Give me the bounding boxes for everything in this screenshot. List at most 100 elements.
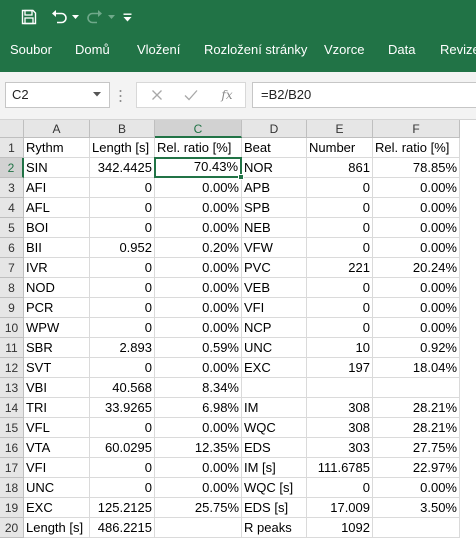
cell-length[interactable]: 0 [90,358,155,378]
cell-beat[interactable]: VFW [242,238,307,258]
row-header-17[interactable]: 17 [0,458,24,478]
cell-number[interactable]: 10 [307,338,373,358]
cell-length[interactable]: 2.893 [90,338,155,358]
formula-bar-resize-handle[interactable] [119,89,122,103]
cell-rel-ratio-beat[interactable]: 3.50% [373,498,460,518]
cell-rel-ratio[interactable] [155,518,242,538]
row-header-18[interactable]: 18 [0,478,24,498]
cell-length[interactable]: 33.9265 [90,398,155,418]
cell-rel-ratio-beat[interactable]: 22.97% [373,458,460,478]
cell-rel-ratio-beat[interactable]: 0.00% [373,238,460,258]
row-header-4[interactable]: 4 [0,198,24,218]
cell-rel-ratio[interactable]: 0.00% [155,418,242,438]
cell-beat[interactable]: NOR [242,158,307,178]
cell-beat[interactable]: IM [s] [242,458,307,478]
cell-rel-ratio-beat[interactable]: 0.00% [373,478,460,498]
cell-length[interactable]: 60.0295 [90,438,155,458]
cell-rel-ratio-beat[interactable]: 28.21% [373,398,460,418]
cell-beat[interactable]: WQC [s] [242,478,307,498]
cell-rel-ratio[interactable]: 8.34% [155,378,242,398]
cell-rel-ratio-beat[interactable]: 28.21% [373,418,460,438]
cell-rythm[interactable]: NOD [24,278,90,298]
select-all-corner[interactable] [0,120,24,138]
row-header-3[interactable]: 3 [0,178,24,198]
row-header-6[interactable]: 6 [0,238,24,258]
row-header-15[interactable]: 15 [0,418,24,438]
cell-beat[interactable] [242,378,307,398]
cell-rel-ratio[interactable]: 6.98% [155,398,242,418]
header-cell-number[interactable]: Number [307,138,373,158]
cell-rel-ratio[interactable]: 0.00% [155,278,242,298]
tab-rozlozeni-stranky[interactable]: Rozložení stránky [204,34,307,72]
row-header-9[interactable]: 9 [0,298,24,318]
cell-length[interactable]: 0 [90,418,155,438]
cell-number[interactable]: 0 [307,278,373,298]
row-header-12[interactable]: 12 [0,358,24,378]
cell-beat[interactable]: SPB [242,198,307,218]
header-cell-rel-ratio[interactable]: Rel. ratio [%] [155,138,242,158]
cell-beat[interactable]: VFI [242,298,307,318]
cell-number[interactable]: 0 [307,298,373,318]
tab-domu[interactable]: Domů [75,34,110,72]
cell-beat[interactable]: UNC [242,338,307,358]
cell-rythm[interactable]: WPW [24,318,90,338]
column-header-f[interactable]: F [373,120,460,138]
column-header-c[interactable]: C [155,120,242,138]
header-cell-rythm[interactable]: Rythm [24,138,90,158]
row-header-13[interactable]: 13 [0,378,24,398]
cell-length[interactable]: 342.4425 [90,158,155,178]
tab-revize[interactable]: Revize [440,34,476,72]
cell-rythm[interactable]: Length [s] [24,518,90,538]
cell-rythm[interactable]: SIN [24,158,90,178]
cell-beat[interactable]: R peaks [242,518,307,538]
cell-beat[interactable]: APB [242,178,307,198]
undo-icon[interactable] [48,0,70,34]
cell-rel-ratio-beat[interactable] [373,518,460,538]
cell-beat[interactable]: WQC [242,418,307,438]
cell-rythm[interactable]: BOI [24,218,90,238]
insert-function-button[interactable]: fx [215,83,239,107]
cell-number[interactable]: 17.009 [307,498,373,518]
enter-icon[interactable] [179,83,203,107]
cell-length[interactable]: 0 [90,278,155,298]
cell-rel-ratio[interactable]: 0.00% [155,478,242,498]
cell-rel-ratio[interactable]: 0.00% [155,258,242,278]
cell-rel-ratio-beat[interactable]: 0.00% [373,178,460,198]
cell-rel-ratio-beat[interactable]: 0.92% [373,338,460,358]
column-header-a[interactable]: A [24,120,90,138]
cell-beat[interactable]: EXC [242,358,307,378]
row-header-16[interactable]: 16 [0,438,24,458]
row-header-2[interactable]: 2 [0,158,24,178]
cell-number[interactable]: 308 [307,418,373,438]
cell-length[interactable]: 0 [90,478,155,498]
cell-rel-ratio[interactable]: 0.00% [155,298,242,318]
column-header-d[interactable]: D [242,120,307,138]
fill-handle[interactable] [238,174,244,180]
cell-rel-ratio-beat[interactable]: 0.00% [373,198,460,218]
tab-vlozeni[interactable]: Vložení [137,34,180,72]
cell-rel-ratio[interactable]: 0.59% [155,338,242,358]
cell-rel-ratio-beat[interactable]: 0.00% [373,218,460,238]
cell-beat[interactable]: VEB [242,278,307,298]
header-cell-length[interactable]: Length [s] [90,138,155,158]
cell-number[interactable]: 111.6785 [307,458,373,478]
header-cell-rel-ratio-beat[interactable]: Rel. ratio [%] [373,138,460,158]
column-header-e[interactable]: E [307,120,373,138]
cancel-icon[interactable] [145,83,169,107]
cell-number[interactable]: 197 [307,358,373,378]
cell-rel-ratio[interactable]: 12.35% [155,438,242,458]
tab-soubor[interactable]: Soubor [10,34,52,72]
cell-length[interactable]: 486.2215 [90,518,155,538]
cell-number[interactable]: 0 [307,218,373,238]
cell-length[interactable]: 0 [90,178,155,198]
cell-rythm[interactable]: SVT [24,358,90,378]
cell-rythm[interactable]: VFL [24,418,90,438]
cell-number[interactable] [307,378,373,398]
cell-rythm[interactable]: EXC [24,498,90,518]
row-header-10[interactable]: 10 [0,318,24,338]
cell-rel-ratio[interactable]: 0.00% [155,178,242,198]
cell-rel-ratio[interactable]: 0.00% [155,318,242,338]
cell-beat[interactable]: NCP [242,318,307,338]
cell-rel-ratio[interactable]: 25.75% [155,498,242,518]
header-cell-beat[interactable]: Beat [242,138,307,158]
